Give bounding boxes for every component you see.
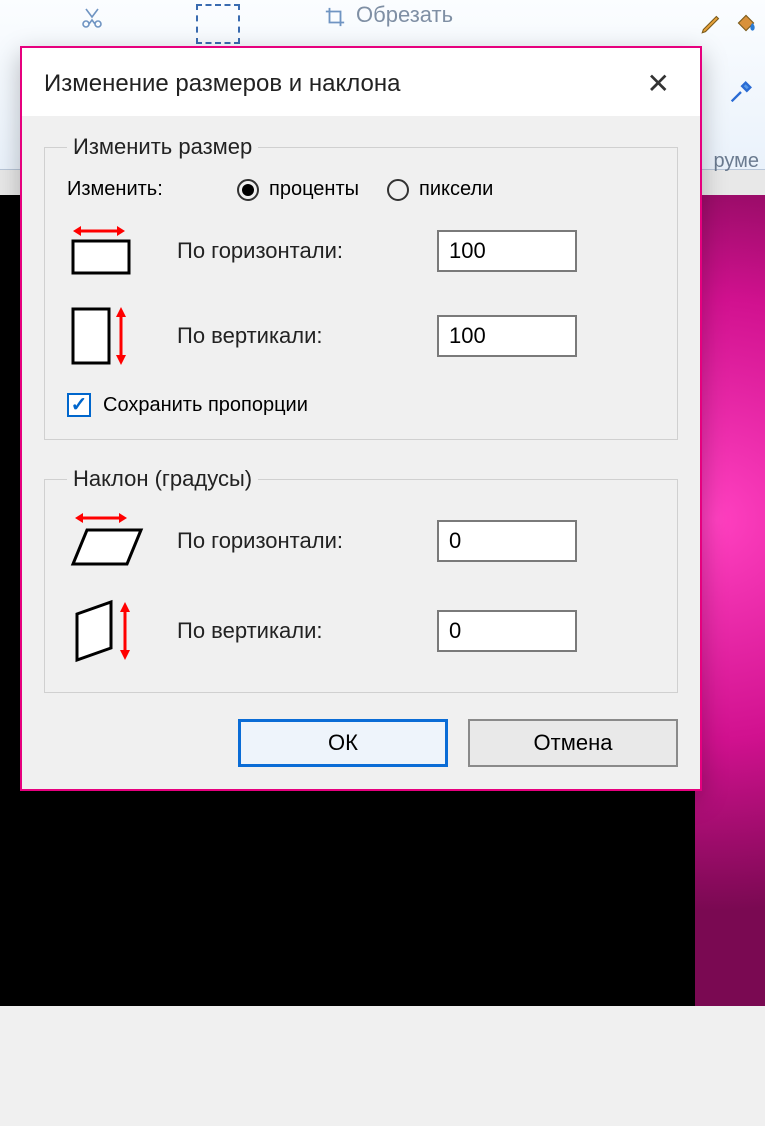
resize-vertical-input[interactable] bbox=[437, 315, 577, 357]
resize-group: Изменить размер Изменить: проценты пиксе… bbox=[44, 134, 678, 440]
radio-percent-label: проценты bbox=[269, 178, 359, 201]
resize-legend: Изменить размер bbox=[67, 134, 258, 160]
dialog-title: Изменение размеров и наклона bbox=[44, 70, 400, 98]
cancel-button[interactable]: Отмена bbox=[468, 719, 678, 767]
skew-vertical-input[interactable] bbox=[437, 610, 577, 652]
dialog-titlebar: Изменение размеров и наклона ✕ bbox=[22, 48, 700, 116]
skew-horizontal-row: По горизонтали: bbox=[67, 510, 655, 572]
skew-vertical-label: По вертикали: bbox=[177, 618, 437, 644]
skew-horizontal-input[interactable] bbox=[437, 520, 577, 562]
dialog-body: Изменить размер Изменить: проценты пиксе… bbox=[22, 116, 700, 789]
dialog-button-row: ОК Отмена bbox=[44, 719, 678, 767]
bucket-icon bbox=[733, 10, 759, 42]
resize-by-row: Изменить: проценты пиксели bbox=[67, 178, 655, 201]
selection-icon bbox=[196, 4, 240, 44]
ok-button[interactable]: ОК bbox=[238, 719, 448, 767]
resize-skew-dialog: Изменение размеров и наклона ✕ Изменить … bbox=[20, 46, 702, 791]
resize-vertical-row: По вертикали: bbox=[67, 303, 655, 369]
keep-ratio-label: Сохранить пропорции bbox=[103, 394, 308, 417]
radio-dot-icon bbox=[237, 179, 259, 201]
scissors-icon bbox=[80, 6, 104, 36]
resize-vertical-label: По вертикали: bbox=[177, 323, 437, 349]
resize-horizontal-input[interactable] bbox=[437, 230, 577, 272]
resize-horizontal-label: По горизонтали: bbox=[177, 238, 437, 264]
toolgroup-label-fragment: руме bbox=[713, 150, 759, 173]
radio-pixels[interactable]: пиксели bbox=[387, 178, 493, 201]
skew-horizontal-label: По горизонтали: bbox=[177, 528, 437, 554]
close-button[interactable]: ✕ bbox=[639, 66, 678, 102]
skew-vertical-icon bbox=[67, 596, 177, 666]
skew-legend: Наклон (градусы) bbox=[67, 466, 258, 492]
skew-vertical-row: По вертикали: bbox=[67, 596, 655, 666]
resize-by-label: Изменить: bbox=[67, 178, 237, 201]
radio-dot-icon bbox=[387, 179, 409, 201]
radio-percent[interactable]: проценты bbox=[237, 178, 359, 201]
crop-label: Обрезать bbox=[356, 2, 453, 28]
keep-ratio-row: Сохранить пропорции bbox=[67, 393, 655, 417]
eyedropper-icon bbox=[727, 78, 755, 112]
radio-pixels-label: пиксели bbox=[419, 178, 493, 201]
skew-horizontal-icon bbox=[67, 510, 177, 572]
horizontal-size-icon bbox=[67, 223, 177, 279]
keep-ratio-checkbox[interactable] bbox=[67, 393, 91, 417]
app-background-bottom bbox=[0, 1006, 765, 1126]
vertical-size-icon bbox=[67, 303, 177, 369]
resize-horizontal-row: По горизонтали: bbox=[67, 223, 655, 279]
crop-icon bbox=[324, 6, 346, 34]
skew-group: Наклон (градусы) По горизонтали: bbox=[44, 466, 678, 693]
image-content bbox=[695, 195, 765, 1006]
pencil-icon bbox=[699, 10, 725, 42]
